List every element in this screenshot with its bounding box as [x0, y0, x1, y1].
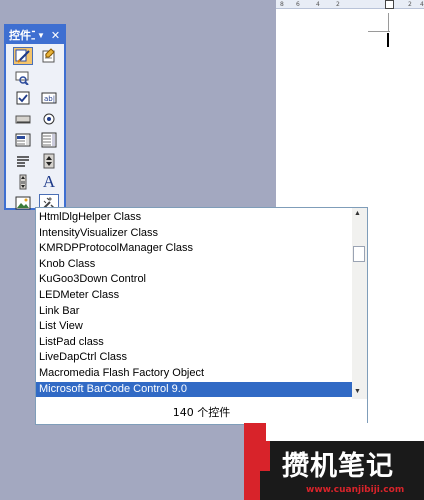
- list-item[interactable]: HtmlDlgHelper Class: [36, 210, 352, 226]
- label-tool-button[interactable]: A: [39, 172, 59, 191]
- close-icon[interactable]: ✕: [51, 29, 60, 42]
- scroll-down-icon[interactable]: ▼: [354, 388, 361, 395]
- scrollbar-icon: [19, 174, 27, 190]
- scrollbar-tool-button[interactable]: [13, 173, 33, 191]
- margin-guide: [368, 31, 390, 32]
- logo-black-panel: 攒机笔记 www.cuanjibiji.com: [260, 441, 424, 500]
- list-item[interactable]: LiveDapCtrl Class: [36, 350, 352, 366]
- list-item[interactable]: LEDMeter Class: [36, 288, 352, 304]
- indent-marker[interactable]: [385, 0, 394, 9]
- horizontal-ruler[interactable]: 8 6 4 2 2 4: [276, 0, 424, 9]
- more-controls-dropdown: HtmlDlgHelper Class IntensityVisualizer …: [35, 207, 368, 425]
- ruler-tick: 4: [316, 1, 320, 8]
- toolbox-title: 控件工具箱: [9, 29, 35, 42]
- spin-button-tool-button[interactable]: [39, 152, 59, 170]
- scroll-up-icon[interactable]: ▲: [354, 210, 361, 217]
- properties-button[interactable]: [39, 47, 59, 65]
- label-icon: A: [42, 172, 56, 191]
- option-button-icon: [43, 113, 55, 125]
- margin-guide: [388, 13, 389, 31]
- text-cursor: [387, 33, 389, 47]
- textbox-tool-button[interactable]: ab|: [39, 89, 59, 107]
- list-scrollbar[interactable]: ▲ ▼: [352, 208, 367, 399]
- list-item[interactable]: Link Bar: [36, 304, 352, 320]
- listbox-tool-button[interactable]: [13, 131, 33, 149]
- list-item[interactable]: KMRDPProtocolManager Class: [36, 241, 352, 257]
- svg-text:ab|: ab|: [44, 95, 55, 103]
- list-item[interactable]: IntensityVisualizer Class: [36, 226, 352, 242]
- spin-button-icon: [43, 153, 55, 169]
- checkbox-icon: [16, 91, 30, 105]
- properties-icon: [42, 48, 55, 63]
- textbox-icon: ab|: [41, 92, 57, 104]
- option-button-tool-button[interactable]: [39, 110, 59, 128]
- view-code-button[interactable]: [13, 68, 33, 86]
- design-mode-button[interactable]: [13, 47, 33, 65]
- list-item[interactable]: Knob Class: [36, 257, 352, 273]
- view-code-icon: [15, 71, 29, 85]
- image-icon: [15, 196, 31, 210]
- command-button-tool-button[interactable]: [13, 110, 33, 128]
- list-item[interactable]: ListPad class: [36, 335, 352, 351]
- chevron-down-icon[interactable]: ▼: [37, 31, 45, 40]
- control-list: HtmlDlgHelper Class IntensityVisualizer …: [36, 210, 352, 398]
- ruler-tick: 8: [280, 1, 284, 8]
- ruler-tick: 2: [408, 1, 412, 8]
- list-item[interactable]: KuGoo3Down Control: [36, 272, 352, 288]
- scrollbar-thumb[interactable]: [353, 246, 365, 262]
- logo-text: 攒机笔记: [282, 451, 394, 482]
- image-tool-button[interactable]: [13, 194, 33, 212]
- toolbox-titlebar[interactable]: 控件工具箱 ▼ ✕: [6, 26, 64, 44]
- toggle-button-icon: [17, 156, 29, 167]
- list-item[interactable]: List View: [36, 319, 352, 335]
- combobox-icon: [41, 132, 57, 148]
- command-button-icon: [15, 115, 31, 124]
- combobox-tool-button[interactable]: [39, 131, 59, 149]
- ruler-tick: 4: [420, 1, 424, 8]
- ruler-tick: 6: [296, 1, 300, 8]
- ruler-tick: 2: [336, 1, 340, 8]
- list-item[interactable]: Macromedia Flash Factory Object: [36, 366, 352, 382]
- control-count-status: 140 个控件: [172, 406, 231, 419]
- checkbox-tool-button[interactable]: [13, 89, 33, 107]
- list-item-selected[interactable]: Microsoft BarCode Control 9.0: [36, 381, 352, 398]
- watermark-logo: 攒机笔记 www.cuanjibiji.com: [244, 423, 424, 500]
- design-mode-icon: [15, 49, 30, 63]
- listbox-icon: [15, 133, 31, 147]
- logo-notch: [260, 441, 270, 471]
- logo-url: www.cuanjibiji.com: [306, 485, 405, 495]
- toggle-button-tool-button[interactable]: [13, 152, 33, 170]
- control-toolbox: 控件工具箱 ▼ ✕ ab|: [4, 24, 66, 212]
